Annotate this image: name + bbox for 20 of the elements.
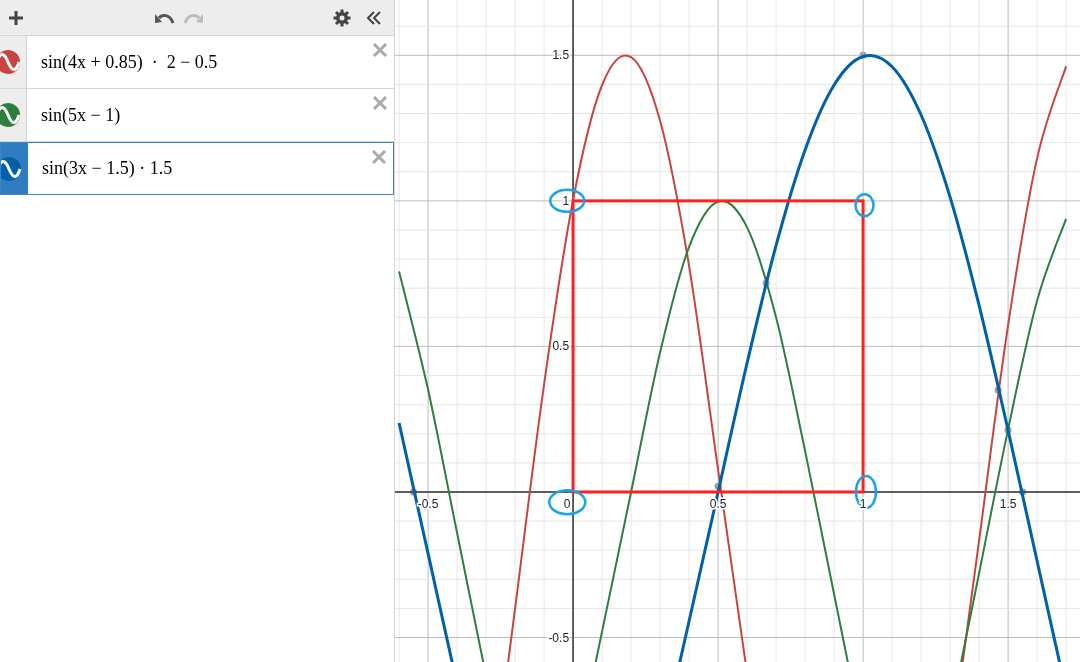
expression-row[interactable]: sin(3x − 1.5) · 1.5 (0, 142, 394, 195)
highlight-ellipse (549, 188, 586, 214)
expression-text[interactable]: sin(3x − 1.5) · 1.5 (42, 155, 173, 182)
highlight-ellipse (548, 488, 587, 516)
highlight-ellipse (854, 193, 875, 218)
wave-icon[interactable] (0, 101, 22, 129)
y-tick-label: -0.5 (548, 630, 570, 645)
y-tick-label: 1.5 (552, 48, 570, 63)
wave-icon[interactable] (0, 48, 22, 76)
y-tick-label: 0.5 (552, 339, 570, 354)
expression-row[interactable]: sin(5x − 1) (0, 89, 394, 142)
x-tick-label: 1.5 (999, 497, 1017, 511)
expression-row[interactable]: sin(4x + 0.85) · 2 − 0.5 (0, 36, 394, 89)
expression-text[interactable]: sin(5x − 1) (41, 101, 121, 129)
x-tick-label: 0 (563, 497, 571, 511)
y-tick-label: 1 (562, 193, 570, 208)
wave-icon[interactable] (1, 154, 23, 183)
highlight-ellipse (854, 474, 878, 510)
x-tick-label: -0.5 (417, 497, 439, 511)
expression-text[interactable]: sin(4x + 0.85) · 2 − 0.5 (41, 48, 218, 76)
